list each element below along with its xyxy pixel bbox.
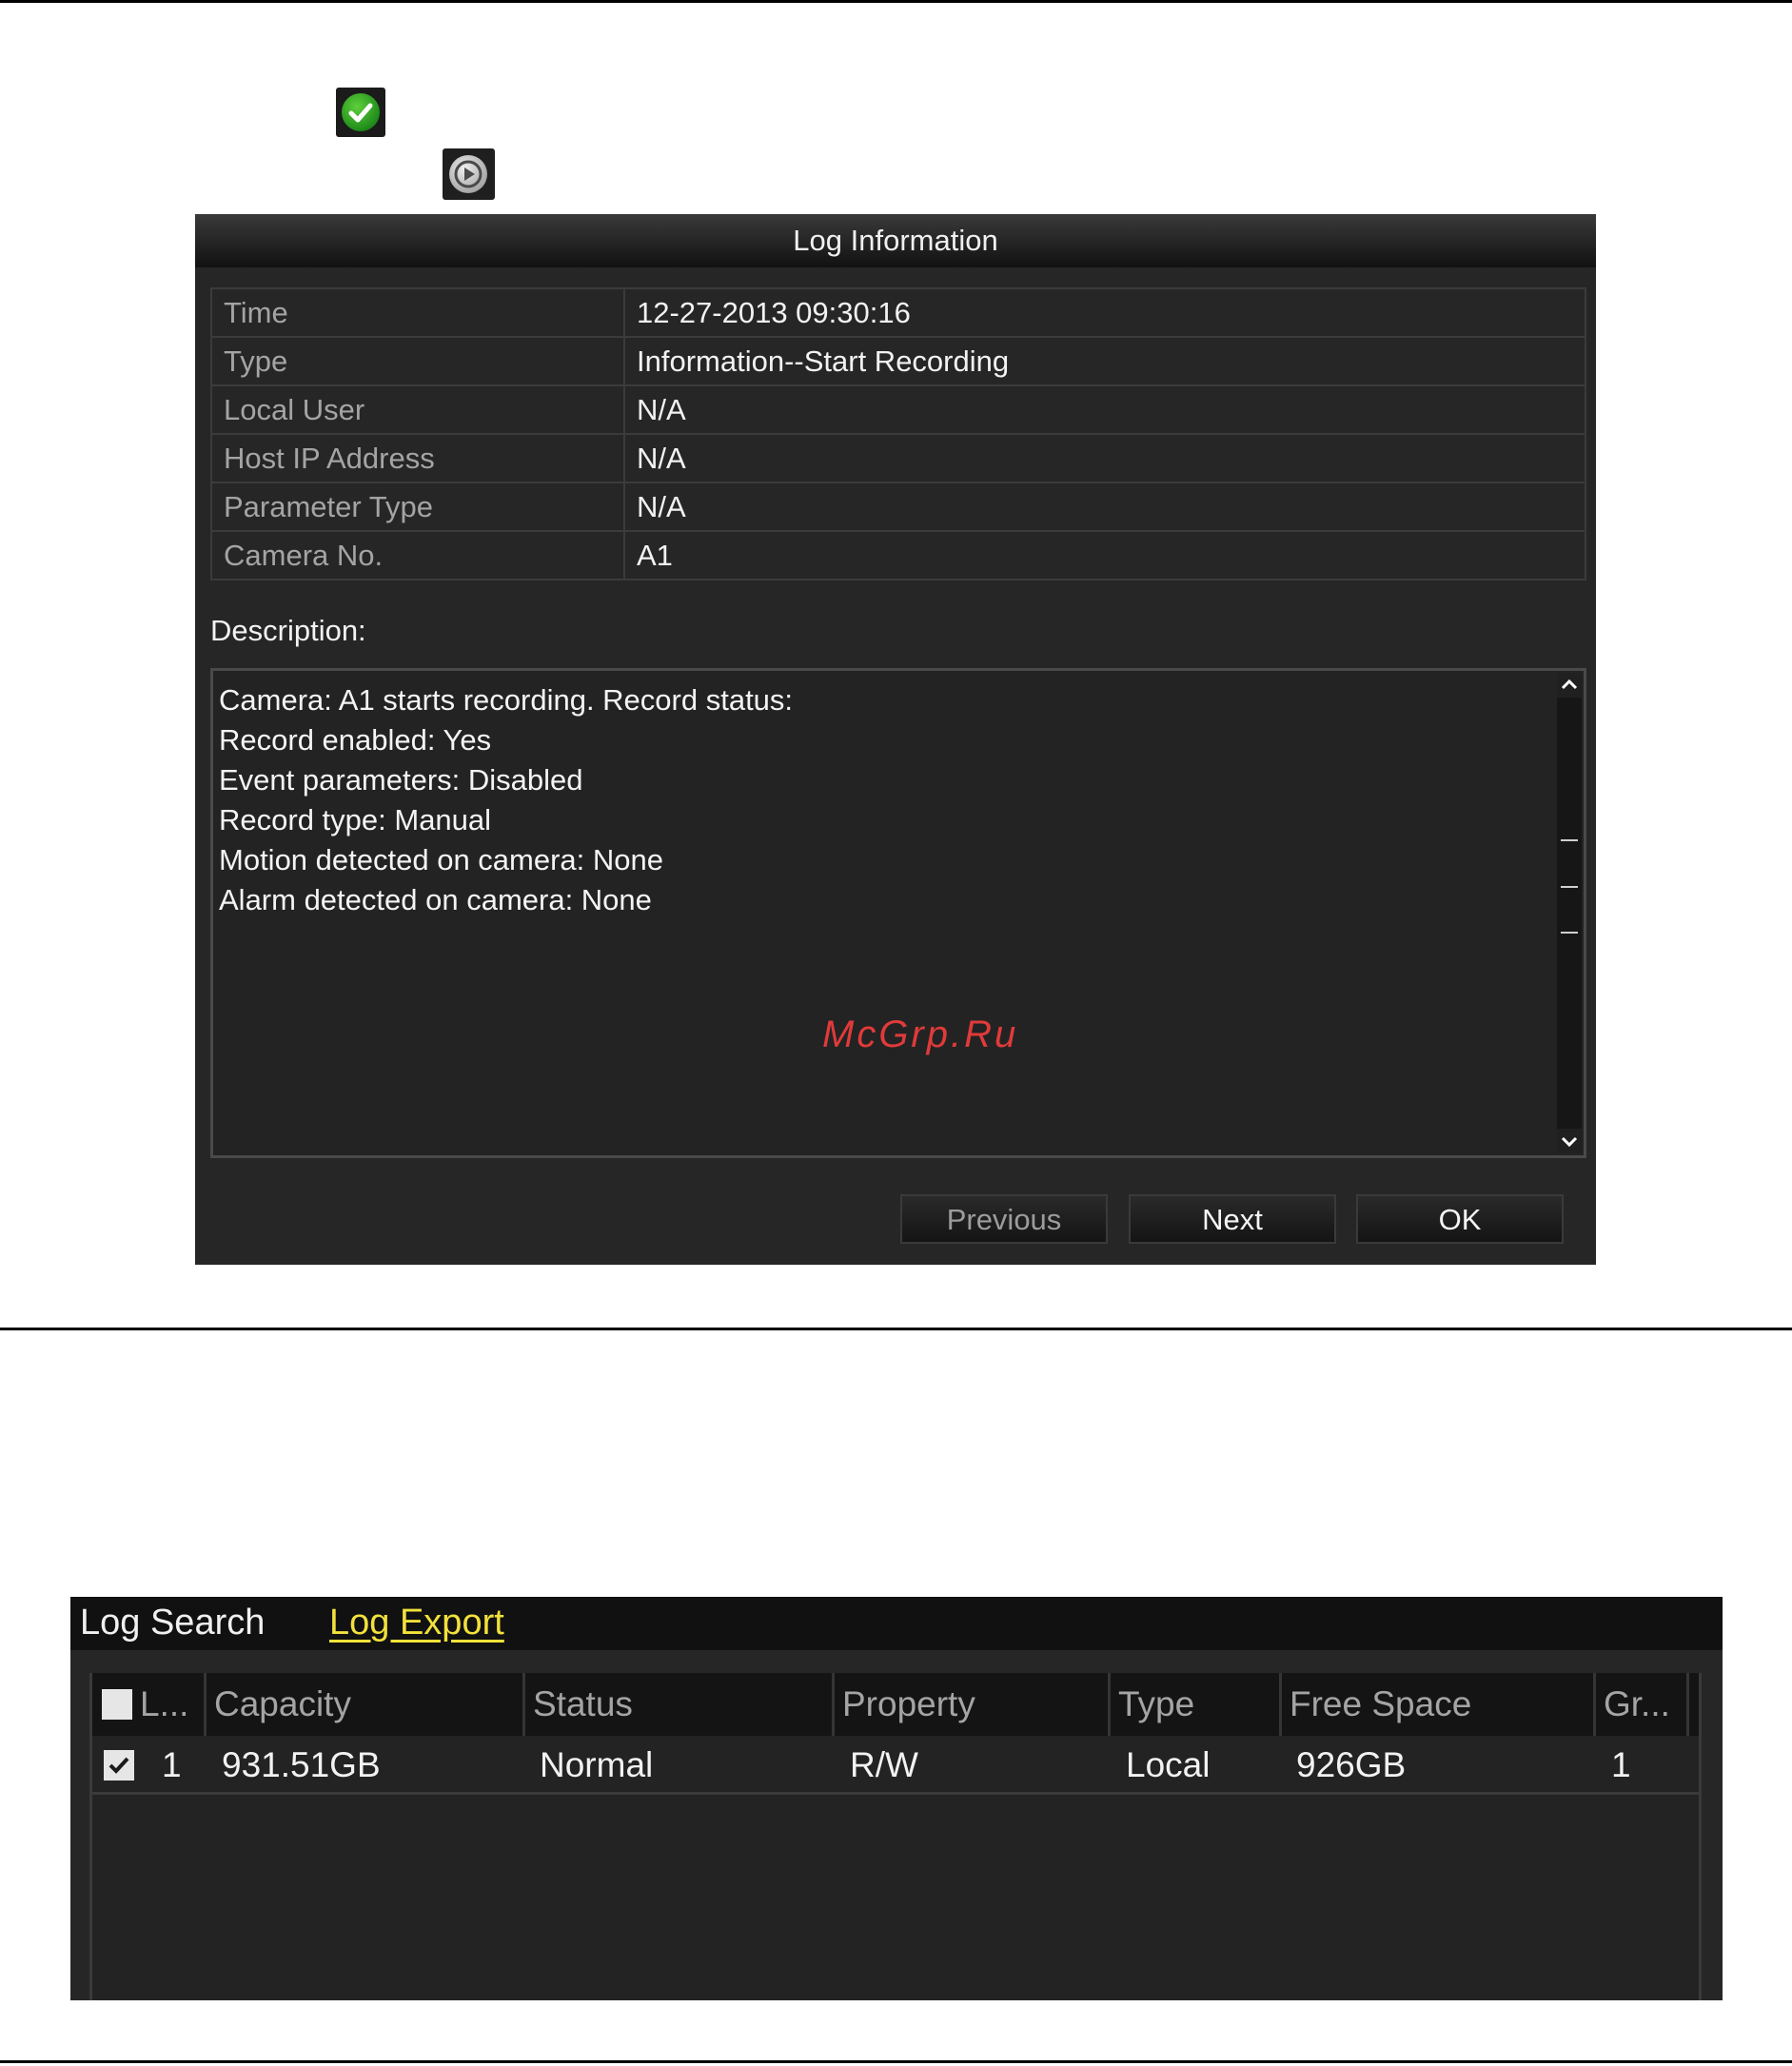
info-row-host-ip: Host IP Address N/A [210,433,1586,483]
info-value: A1 [623,530,1586,580]
previous-button[interactable]: Previous [900,1194,1108,1244]
description-text: Camera: A1 starts recording. Record stat… [219,680,1532,920]
cell-type: Local [1126,1745,1211,1784]
info-value: N/A [623,433,1586,483]
info-label: Camera No. [210,530,625,580]
log-information-dialog: Log Information Time 12-27-2013 09:30:16… [195,214,1596,1265]
table-row[interactable]: 1 931.51GB Normal R/W Local 926GB 1 [92,1736,1699,1795]
table-header: L... Capacity Status Property Type Free … [92,1673,1699,1736]
bottom-rule [0,2060,1792,2063]
info-row-type: Type Information--Start Recording [210,336,1586,386]
top-rule [0,0,1792,3]
next-button[interactable]: Next [1129,1194,1336,1244]
info-row-camera-no: Camera No. A1 [210,530,1586,580]
info-value: 12-27-2013 09:30:16 [623,287,1586,338]
column-header-type[interactable]: Type [1111,1673,1282,1736]
scroll-tick [1561,932,1578,934]
info-label: Local User [210,384,625,435]
column-header-free-space[interactable]: Free Space [1282,1673,1596,1736]
cell-label: 1 [162,1745,182,1784]
log-info-table: Time 12-27-2013 09:30:16 Type Informatio… [210,287,1586,580]
description-line: Camera: A1 starts recording. Record stat… [219,683,794,717]
description-label: Description: [210,614,366,647]
row-checkbox[interactable] [104,1750,134,1781]
info-label: Type [210,336,625,386]
log-export-panel: Log Search Log Export L... Capacity Stat… [70,1597,1723,2000]
tab-log-search[interactable]: Log Search [80,1601,265,1644]
description-box[interactable]: Camera: A1 starts recording. Record stat… [210,668,1586,1158]
scroll-down-icon[interactable] [1557,1129,1582,1153]
dialog-title: Log Information [195,214,1596,267]
info-row-parameter-type: Parameter Type N/A [210,482,1586,532]
column-header-group[interactable]: Gr... [1596,1673,1689,1736]
description-line: Record enabled: Yes [219,723,492,757]
info-label: Time [210,287,625,338]
column-header-capacity[interactable]: Capacity [207,1673,525,1736]
info-label: Host IP Address [210,433,625,483]
scroll-tick [1561,886,1578,888]
description-line: Alarm detected on camera: None [219,883,652,916]
cell-free-space: 926GB [1296,1745,1407,1784]
scroll-tick [1561,839,1578,841]
info-row-local-user: Local User N/A [210,384,1586,435]
info-row-time: Time 12-27-2013 09:30:16 [210,287,1586,338]
tab-log-export[interactable]: Log Export [329,1601,504,1644]
description-scrollbar[interactable] [1557,673,1582,1153]
column-header-property[interactable]: Property [835,1673,1111,1736]
play-icon [443,148,495,200]
description-line: Motion detected on camera: None [219,843,663,876]
info-label: Parameter Type [210,482,625,532]
hdd-table: L... Capacity Status Property Type Free … [89,1673,1702,2000]
description-line: Event parameters: Disabled [219,763,583,797]
description-line: Record type: Manual [219,803,492,836]
tab-bar: Log Search Log Export [70,1597,1723,1650]
info-value: Information--Start Recording [623,336,1586,386]
cell-property: R/W [850,1745,918,1784]
watermark: McGrp.Ru [822,1013,1019,1055]
column-header-status[interactable]: Status [525,1673,835,1736]
cell-group: 1 [1611,1745,1631,1784]
cell-status: Normal [540,1745,654,1784]
info-value: N/A [623,482,1586,532]
info-value: N/A [623,384,1586,435]
select-all-checkbox[interactable] [102,1689,132,1720]
scroll-up-icon[interactable] [1557,673,1582,698]
cell-capacity: 931.51GB [222,1745,381,1784]
ok-button[interactable]: OK [1356,1194,1564,1244]
check-icon [336,88,385,137]
middle-rule [0,1328,1792,1330]
